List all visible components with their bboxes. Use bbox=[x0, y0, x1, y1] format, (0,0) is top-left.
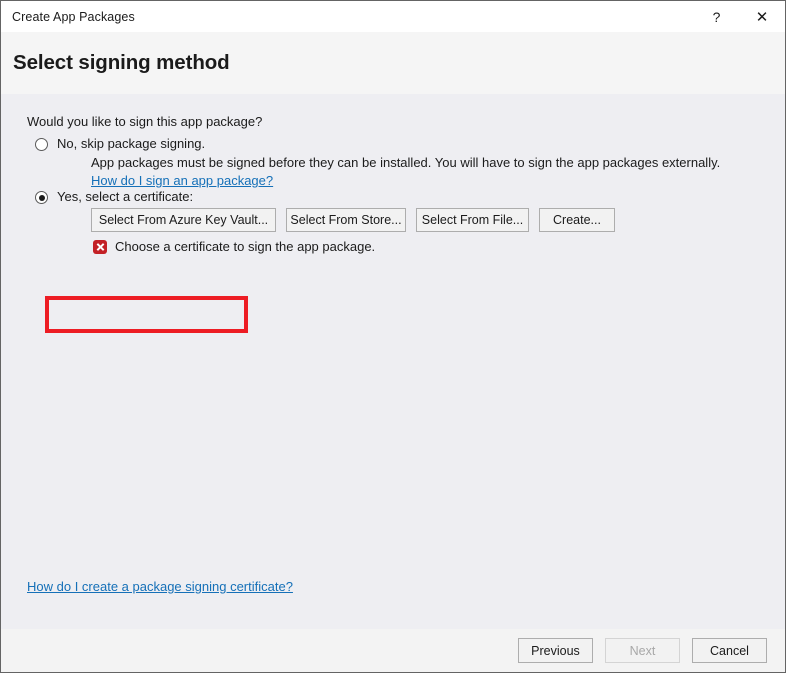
radio-option-yes-certificate[interactable]: Yes, select a certificate: bbox=[35, 189, 193, 205]
header-band: Select signing method bbox=[1, 32, 785, 94]
close-icon[interactable]: ✕ bbox=[739, 1, 785, 32]
create-app-packages-dialog: Create App Packages ? ✕ Select signing m… bbox=[0, 0, 786, 673]
radio-yes-certificate-label: Yes, select a certificate: bbox=[57, 189, 194, 204]
certificate-source-buttons: Select From Azure Key Vault... Select Fr… bbox=[91, 208, 615, 232]
highlight-annotation-box bbox=[45, 296, 248, 333]
signing-question: Would you like to sign this app package? bbox=[27, 114, 263, 129]
select-from-file-button[interactable]: Select From File... bbox=[416, 208, 529, 232]
select-from-store-button[interactable]: Select From Store... bbox=[286, 208, 406, 232]
title-bar: Create App Packages ? ✕ bbox=[1, 1, 785, 32]
select-from-azure-key-vault-button[interactable]: Select From Azure Key Vault... bbox=[91, 208, 276, 232]
certificate-error-text: Choose a certificate to sign the app pac… bbox=[115, 239, 376, 254]
next-button: Next bbox=[605, 638, 680, 663]
how-do-i-sign-link[interactable]: How do I sign an app package? bbox=[91, 173, 273, 188]
error-x-icon bbox=[93, 239, 107, 254]
window-title: Create App Packages bbox=[12, 9, 135, 24]
footer-bar: Previous Next Cancel bbox=[1, 629, 785, 672]
content-area: Would you like to sign this app package?… bbox=[1, 94, 785, 629]
help-icon[interactable]: ? bbox=[694, 1, 739, 32]
previous-button[interactable]: Previous bbox=[518, 638, 593, 663]
radio-yes-certificate-indicator[interactable] bbox=[35, 191, 48, 204]
radio-option-no-skip[interactable]: No, skip package signing. bbox=[35, 136, 205, 152]
radio-no-skip-indicator[interactable] bbox=[35, 138, 48, 151]
cancel-button[interactable]: Cancel bbox=[692, 638, 767, 663]
page-title: Select signing method bbox=[13, 51, 230, 74]
how-do-i-create-certificate-link[interactable]: How do I create a package signing certif… bbox=[27, 579, 293, 594]
no-skip-description: App packages must be signed before they … bbox=[91, 155, 721, 170]
radio-no-skip-label: No, skip package signing. bbox=[57, 136, 206, 151]
certificate-error-message: Choose a certificate to sign the app pac… bbox=[93, 239, 375, 254]
create-certificate-button[interactable]: Create... bbox=[539, 208, 615, 232]
